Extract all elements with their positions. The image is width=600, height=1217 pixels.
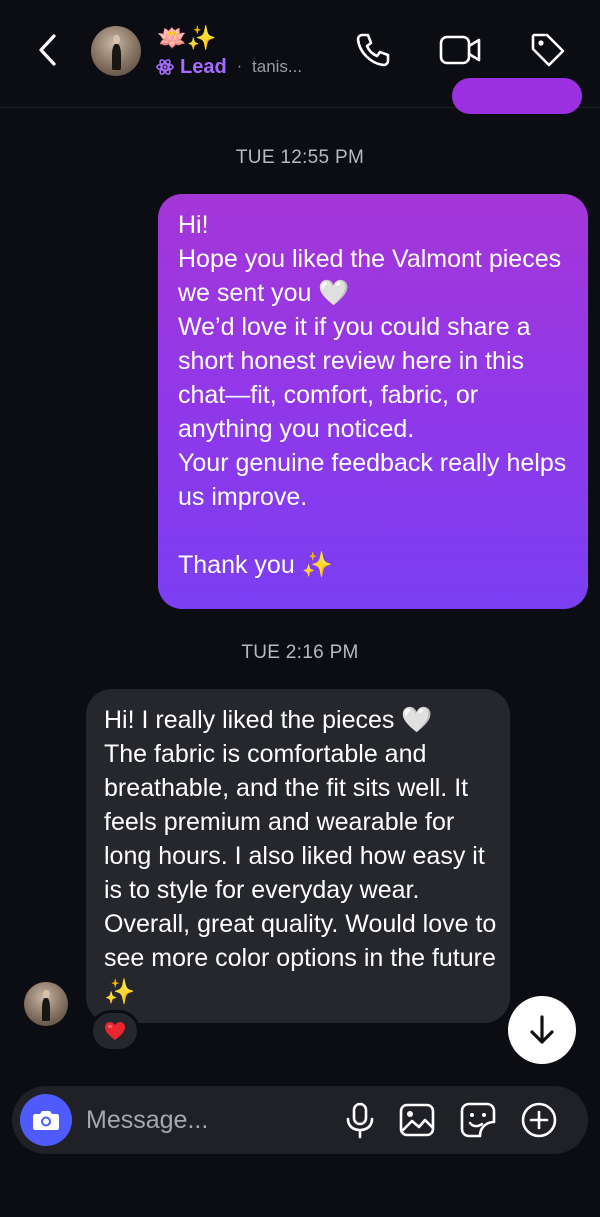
separator-dot: · (236, 58, 243, 75)
message-input[interactable] (86, 1105, 316, 1135)
contact-subtitle[interactable]: Lead · tanis... (155, 54, 302, 80)
timestamp: TUE 12:55 PM (235, 147, 365, 168)
video-icon[interactable] (438, 30, 482, 70)
camera-icon (33, 1111, 59, 1130)
heart-reaction[interactable]: ❤️ (90, 1010, 140, 1052)
sender-avatar[interactable] (24, 982, 68, 1026)
contact-handle: tanis... (252, 57, 303, 76)
outgoing-message-bubble[interactable]: Hi! Hope you liked the Valmont pieces we… (158, 194, 588, 609)
previous-message-bubble[interactable] (452, 78, 582, 114)
plus-icon[interactable] (519, 1100, 559, 1140)
atom-icon (156, 59, 174, 75)
sticker-icon[interactable] (458, 1100, 498, 1140)
contact-avatar[interactable] (91, 26, 141, 76)
contact-name-emojis[interactable]: 🪷✨ (157, 24, 217, 52)
lead-label: Lead (180, 55, 227, 78)
message-text: Hi! I really liked the pieces 🤍 The fabr… (104, 706, 497, 1006)
phone-icon[interactable] (353, 30, 393, 70)
gallery-icon[interactable] (397, 1100, 437, 1140)
back-chevron-icon[interactable] (30, 28, 66, 72)
red-heart-icon (105, 1022, 125, 1040)
microphone-icon[interactable] (340, 1100, 380, 1140)
camera-button[interactable] (20, 1094, 72, 1146)
scroll-to-bottom-button[interactable] (508, 996, 576, 1064)
timestamp: TUE 2:16 PM (241, 642, 359, 663)
incoming-message-bubble[interactable]: Hi! I really liked the pieces 🤍 The fabr… (86, 689, 510, 1023)
arrow-down-icon (530, 1015, 554, 1044)
tag-icon[interactable] (528, 30, 568, 70)
message-text: Hi! Hope you liked the Valmont pieces we… (178, 211, 567, 579)
message-composer (12, 1086, 588, 1154)
